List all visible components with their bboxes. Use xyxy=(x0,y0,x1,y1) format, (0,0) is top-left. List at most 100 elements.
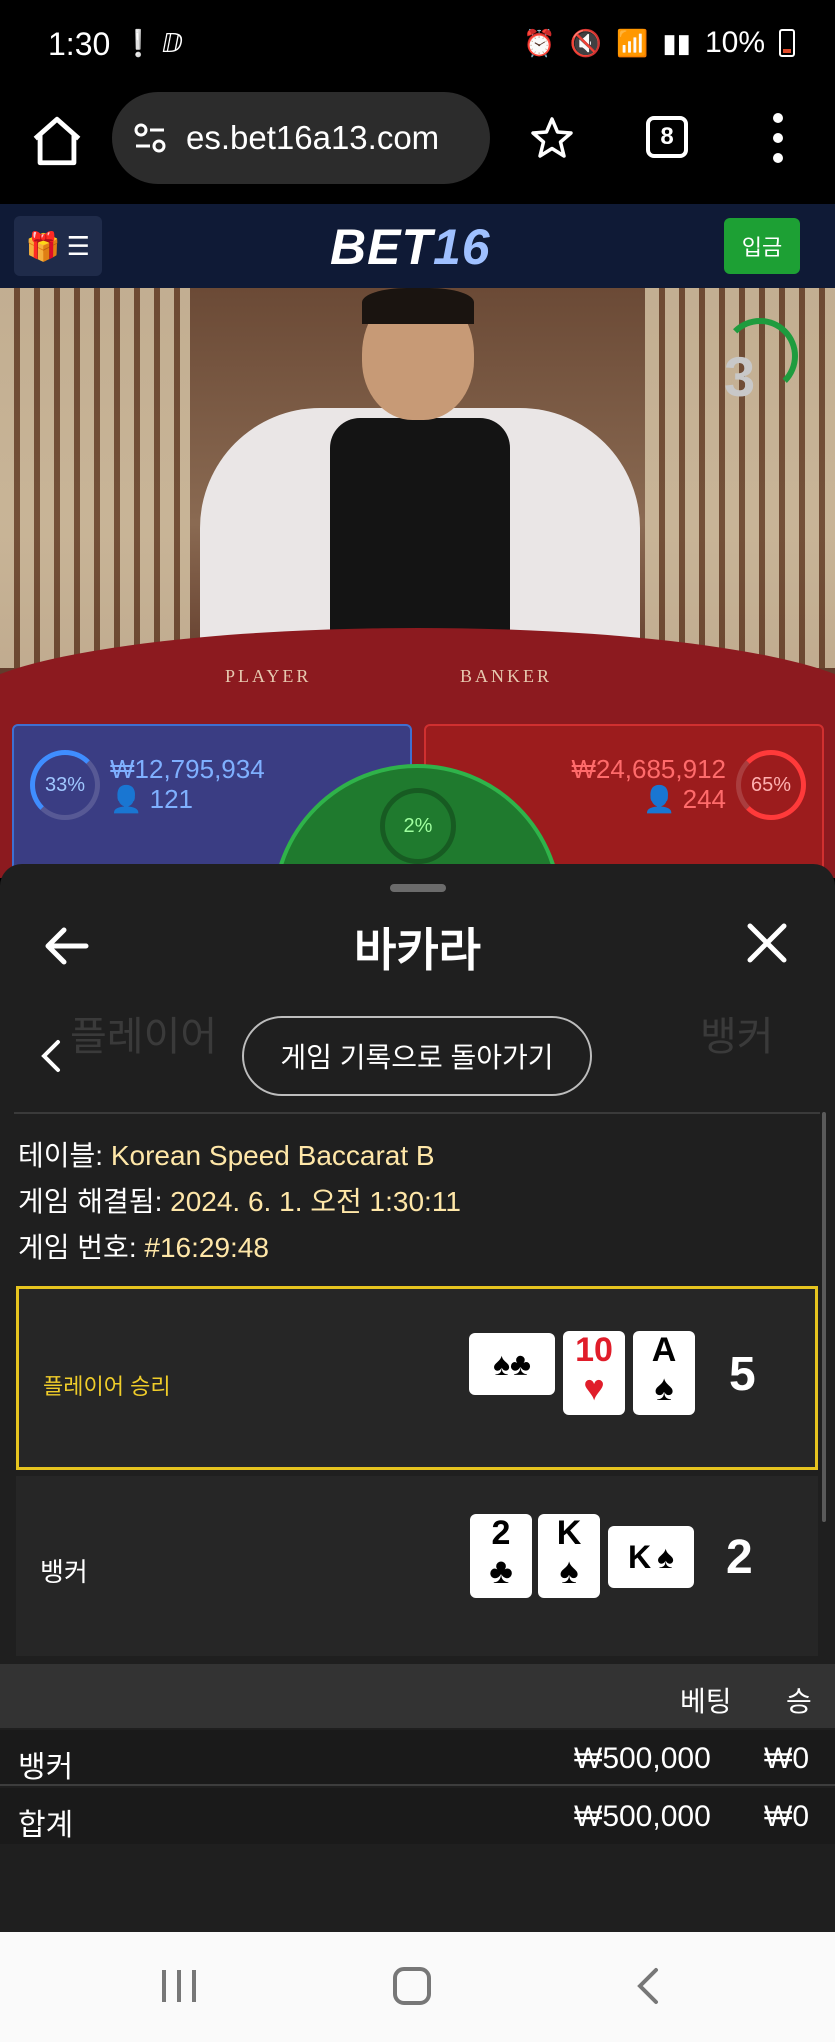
banker-hand-row: 뱅커 2 ♣ K ♠ K ♠ 2 xyxy=(16,1476,818,1656)
home-nav-icon[interactable] xyxy=(392,1966,432,2006)
table-row: 뱅커 ₩500,000 ₩0 xyxy=(0,1730,835,1786)
banker-label: 뱅커 xyxy=(40,1557,88,1587)
card-rank: K xyxy=(627,1538,652,1575)
player-hand-row: 플레이어 승리 ♠♣ 10 ♥ A ♠ 5 xyxy=(16,1286,818,1470)
battery-percent: 10% xyxy=(704,26,765,59)
game-history-sheet: 바카라 게임 기록으로 돌아가기 플레이어 뱅커 테이블: Korean Spe… xyxy=(0,864,835,1934)
header-bet: 베팅 xyxy=(680,1686,732,1717)
row-bet: ₩500,000 xyxy=(574,1800,711,1833)
ghost-text: 뱅커 xyxy=(700,1015,774,1059)
playing-card: ♠♣ xyxy=(469,1333,555,1395)
tab-switcher-button[interactable]: 8 xyxy=(646,116,688,158)
card-suit: ♠ xyxy=(654,1367,674,1408)
status-bar: 1:30 ❕ ⅅ ⏰ 🔇 📶 ▮▮ 10% xyxy=(0,0,835,92)
player-percent: 33% xyxy=(44,773,86,796)
user-icon: 👤 xyxy=(110,784,150,814)
logo-text-bet: BET xyxy=(330,219,433,275)
address-bar[interactable]: es.bet16a13.com xyxy=(112,92,490,184)
table-row: 합계 ₩500,000 ₩0 xyxy=(0,1788,835,1844)
sheet-title: 바카라 xyxy=(354,924,481,976)
site-header: 🎁 ☰ BET16 입금 xyxy=(0,204,835,288)
dealer-hair xyxy=(362,288,474,324)
browser-toolbar: es.bet16a13.com 8 xyxy=(0,92,835,204)
row-win: ₩0 xyxy=(764,1800,809,1833)
card-face: K ♠ xyxy=(608,1526,694,1588)
alarm-icon: ⏰ xyxy=(523,27,556,58)
playing-card: 2 ♣ xyxy=(470,1514,532,1598)
banker-percent-ring: 65% xyxy=(736,750,806,820)
recent-apps-icon[interactable] xyxy=(158,1966,200,2006)
card-suit: ♠ xyxy=(657,1538,675,1575)
url-text: es.bet16a13.com xyxy=(186,119,440,156)
card-rank: K xyxy=(556,1514,582,1552)
bookmark-star-icon[interactable] xyxy=(528,114,576,162)
site-logo[interactable]: BET16 xyxy=(330,218,491,276)
info-game-number: 게임 번호: #16:29:48 xyxy=(18,1226,269,1266)
card-rank: A xyxy=(651,1331,677,1369)
scrollbar[interactable] xyxy=(822,1112,826,1522)
signal-icon: ▮▮ xyxy=(662,27,691,58)
home-icon[interactable] xyxy=(28,112,86,170)
playing-card: A ♠ xyxy=(633,1331,695,1415)
banker-bettor-count: 👤 244 xyxy=(643,784,726,815)
banker-count-value: 244 xyxy=(682,784,726,814)
card-suit: ♥ xyxy=(583,1367,605,1408)
info-table: 테이블: Korean Speed Baccarat B xyxy=(18,1134,435,1174)
banker-percent: 65% xyxy=(750,773,792,796)
card-suit: ♣ xyxy=(489,1550,513,1591)
logo-text-16: 16 xyxy=(433,219,491,275)
site-settings-icon[interactable] xyxy=(130,118,170,158)
card-rank: 10 xyxy=(575,1331,613,1369)
sheet-grabber[interactable] xyxy=(390,884,446,892)
player-total-amount: ₩12,795,934 xyxy=(110,754,265,784)
player-win-label: 플레이어 승리 xyxy=(43,1374,171,1399)
close-icon[interactable] xyxy=(742,918,792,968)
back-nav-icon[interactable] xyxy=(632,1966,662,2006)
more-menu-icon[interactable] xyxy=(766,110,790,166)
live-video: PLAYER BANKER 3 33% ₩12,795,934 👤 121 ₩2… xyxy=(0,288,835,878)
playing-card: 10 ♥ xyxy=(563,1331,625,1415)
divider xyxy=(14,1112,820,1114)
system-nav-bar xyxy=(0,1932,835,2042)
mute-icon: 🔇 xyxy=(569,27,602,58)
playing-card: K ♠ xyxy=(538,1514,600,1598)
playing-card: K ♠ xyxy=(608,1526,694,1588)
header-win: 승 xyxy=(786,1686,812,1717)
player-score: 5 xyxy=(729,1348,756,1401)
notification-icons: ❕ ⅅ xyxy=(122,28,183,58)
row-win: ₩0 xyxy=(764,1742,809,1775)
table-label-banker: BANKER xyxy=(460,666,553,686)
decor-screen-left xyxy=(0,288,190,668)
back-to-history-button[interactable]: 게임 기록으로 돌아가기 xyxy=(242,1016,592,1096)
player-bettor-count: 👤 121 xyxy=(110,784,193,815)
info-game-number-value: #16:29:48 xyxy=(144,1232,269,1263)
card-rank: 2 xyxy=(491,1514,511,1552)
ghost-text: 플레이어 xyxy=(70,1015,218,1059)
clock: 1:30 xyxy=(48,26,111,62)
chevron-left-icon[interactable] xyxy=(36,1036,66,1076)
card-suit: ♠ xyxy=(559,1550,579,1591)
deposit-button[interactable]: 입금 xyxy=(724,218,800,274)
menu-gift-button[interactable]: 🎁 ☰ xyxy=(14,216,102,276)
user-icon: 👤 xyxy=(643,784,683,814)
info-resolved: 게임 해결됨: 2024. 6. 1. 오전 1:30:11 xyxy=(18,1180,461,1220)
info-game-number-label: 게임 번호: xyxy=(18,1232,137,1263)
info-resolved-label: 게임 해결됨: xyxy=(18,1186,163,1217)
bets-table-header: 베팅 승 xyxy=(0,1664,835,1728)
row-bet: ₩500,000 xyxy=(574,1742,711,1775)
info-table-value: Korean Speed Baccarat B xyxy=(110,1140,435,1171)
wifi-icon: 📶 xyxy=(615,27,649,58)
table-label-player: PLAYER xyxy=(225,666,312,686)
info-resolved-value: 2024. 6. 1. 오전 1:30:11 xyxy=(170,1186,461,1217)
tie-percent-ring: 2% xyxy=(380,788,456,864)
row-label: 뱅커 xyxy=(18,1751,74,1784)
tie-percent: 2% xyxy=(403,814,433,837)
battery-icon xyxy=(779,29,795,57)
gift-icon: 🎁 xyxy=(25,230,61,262)
card-suit: ♠♣ xyxy=(493,1345,531,1382)
player-percent-ring: 33% xyxy=(30,750,100,820)
countdown-number: 3 xyxy=(724,345,756,408)
player-count-value: 121 xyxy=(149,784,193,814)
banker-score: 2 xyxy=(726,1531,753,1584)
row-label: 합계 xyxy=(18,1809,74,1842)
